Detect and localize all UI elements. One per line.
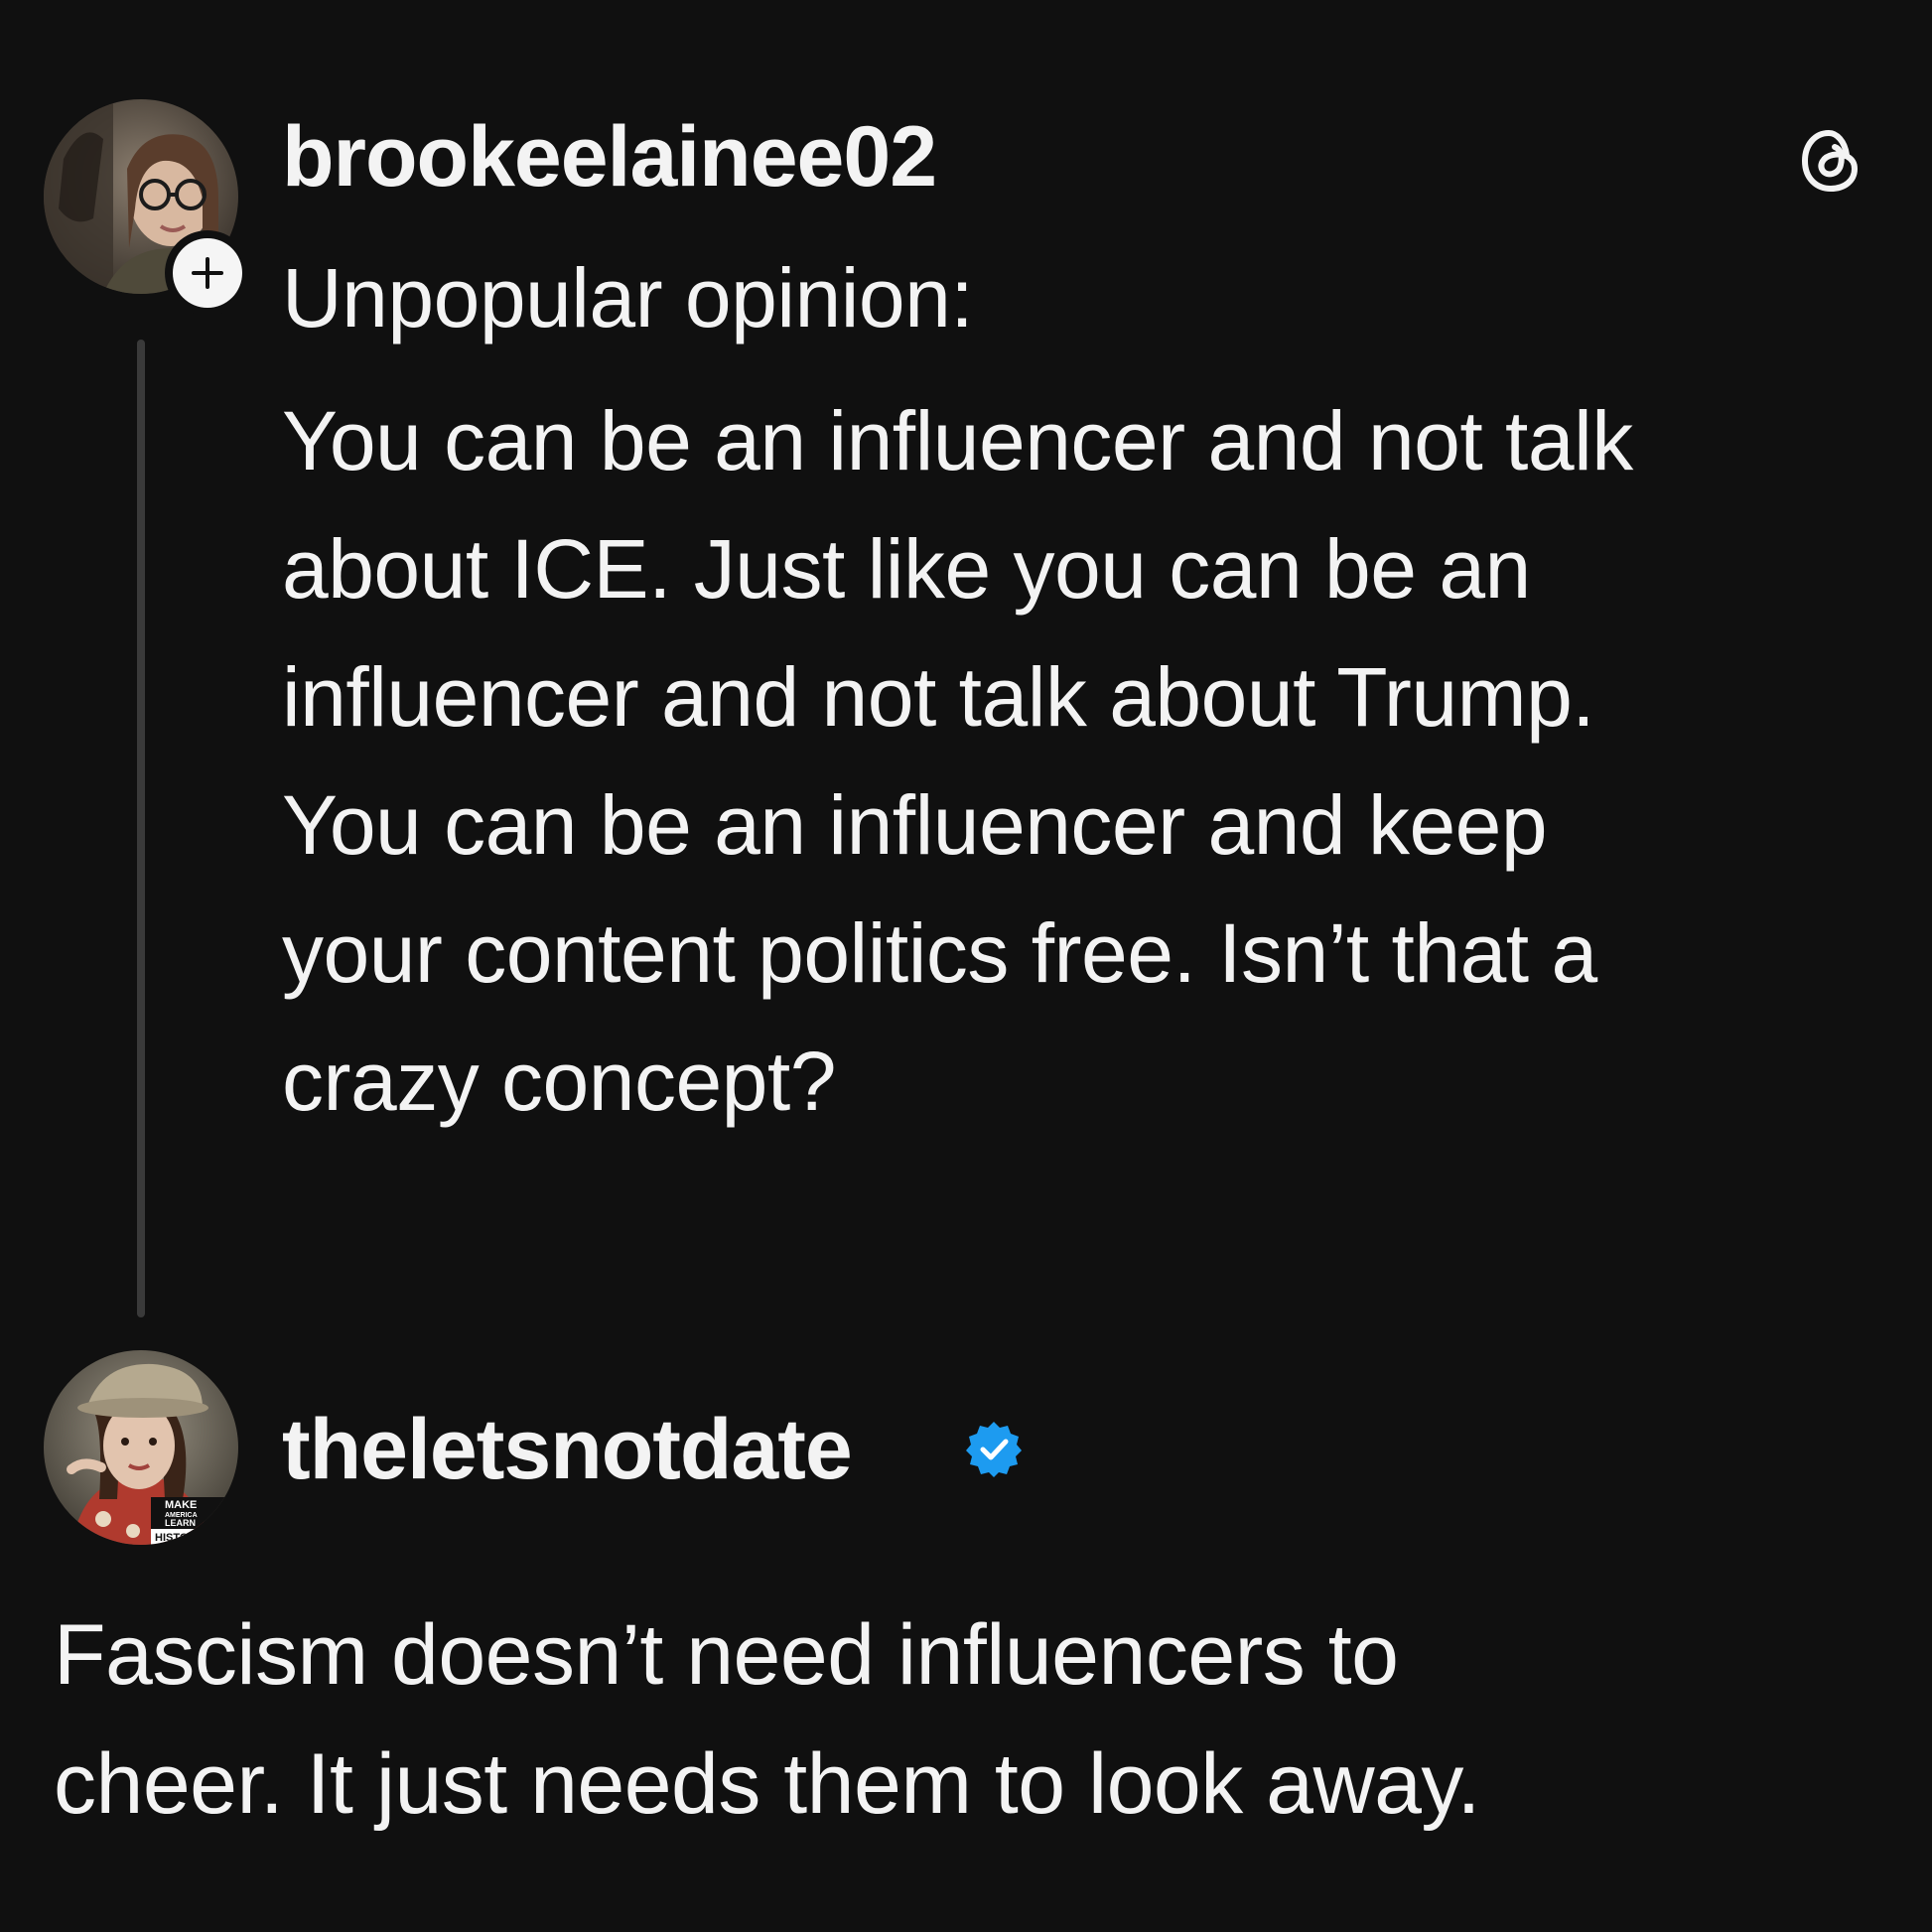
post-text-line: You can be an influencer and not talk	[282, 394, 1633, 487]
reply-text: Fascism doesn’t need influencers to chee…	[54, 1590, 1900, 1849]
verified-badge-icon	[965, 1420, 1023, 1477]
reply-author-username[interactable]: theletsnotdate	[282, 1400, 853, 1499]
post-text-line: your content politics free. Isn’t that a	[282, 906, 1597, 1000]
post-text-line: influencer and not talk about Trump.	[282, 650, 1595, 744]
avatar-sign-text: LEARN	[165, 1518, 196, 1528]
thread-connector-line	[137, 340, 145, 1317]
reply-text-line: Fascism doesn’t need influencers to	[54, 1607, 1399, 1703]
post-text: Unpopular opinion: You can be an influen…	[282, 248, 1910, 1146]
reply-author-avatar[interactable]: MAKE AMERICA LEARN HISTORY AGA	[44, 1350, 238, 1545]
avatar-sign-text: MAKE	[165, 1499, 197, 1511]
threads-logo-icon[interactable]	[1795, 125, 1866, 197]
post-text-line: crazy concept?	[282, 1035, 836, 1128]
post-text-line: about ICE. Just like you can be an	[282, 522, 1531, 616]
post-text-line: Unpopular opinion:	[282, 251, 974, 345]
plus-icon	[173, 238, 242, 308]
follow-button[interactable]	[165, 230, 250, 316]
reply-author-avatar-image: MAKE AMERICA LEARN HISTORY AGA	[44, 1350, 238, 1545]
reply-text-line: cheer. It just needs them to look away.	[54, 1736, 1480, 1832]
post-author-username[interactable]: brookeelainee02	[282, 107, 937, 207]
post-text-line: You can be an influencer and keep	[282, 778, 1548, 872]
avatar-sign-text: HISTORY AGA	[155, 1532, 229, 1544]
